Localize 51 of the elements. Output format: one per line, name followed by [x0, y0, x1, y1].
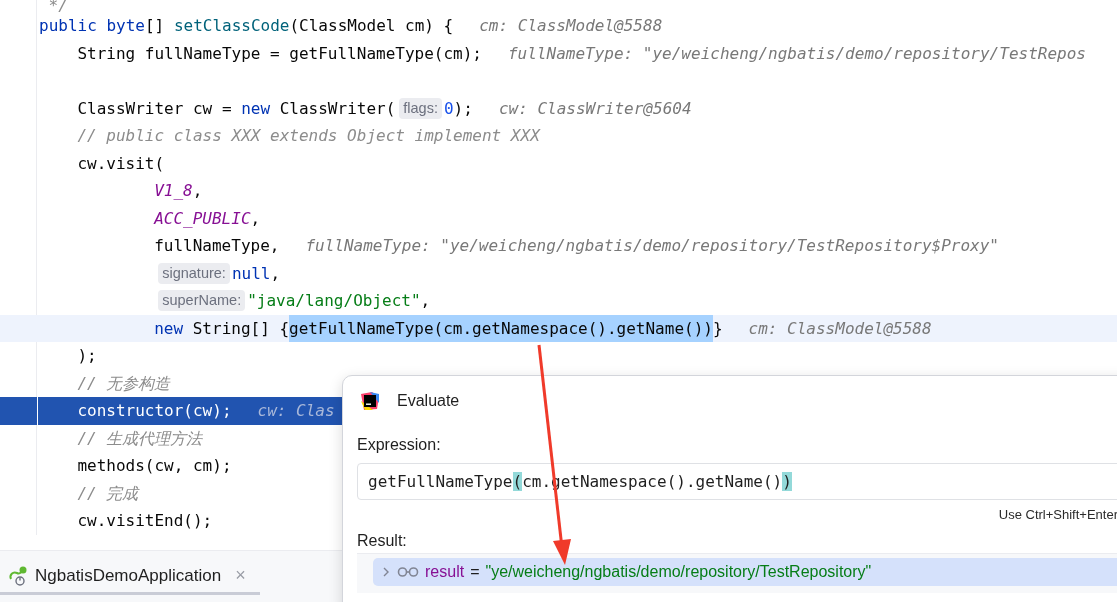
- keyword: null: [231, 262, 271, 285]
- code-comment: // public class XXX extends Object implement XXX: [77, 125, 540, 147]
- constant-name: V1_8: [154, 180, 193, 202]
- parameter-hint: flags:: [399, 97, 442, 119]
- parameter-hint: superName:: [158, 290, 246, 312]
- expand-chevron-icon[interactable]: [381, 566, 391, 578]
- selected-code: getFullNameType(cm.getNamespace().getName()): [289, 314, 713, 342]
- code-text: cw.visitEnd();: [77, 510, 213, 532]
- code-comment: // 生成代理方法: [77, 427, 203, 450]
- keyword: public byte: [39, 15, 145, 37]
- method-name: setClassCode: [173, 15, 290, 37]
- run-tab[interactable]: NgbatisDemoApplication ×: [0, 551, 260, 595]
- debug-value: fullNameType: "ye/weicheng/ngbatis/demo/repository/TestRepository$Proxy": [305, 235, 999, 257]
- code-text: methods(cw, cm);: [77, 455, 232, 477]
- keyword: new: [241, 97, 271, 120]
- code-text: fullNameType,: [154, 235, 280, 257]
- debug-value: cm: ClassModel@5588: [479, 15, 663, 37]
- debug-value: fullNameType: "ye/weicheng/ngbatis/demo/repository/TestRepos: [507, 42, 1086, 65]
- run-config-icon: [7, 564, 29, 587]
- code-text: String[] {: [191, 317, 290, 340]
- code-text: ,: [270, 262, 281, 285]
- dialog-title: Evaluate: [397, 392, 460, 410]
- parameter-hint: signature:: [158, 262, 230, 284]
- result-label: Result:: [357, 532, 408, 550]
- code-comment: // 无参构造: [77, 372, 171, 395]
- code-text: ,: [250, 207, 261, 230]
- debug-value: cm: ClassModel@5588: [748, 317, 932, 340]
- code-text: constructor(cw);: [77, 400, 232, 422]
- code-comment: // 完成: [77, 482, 139, 505]
- app-logo-icon: [360, 391, 380, 411]
- shortcut-hint: Use Ctrl+Shift+Enter: [998, 507, 1117, 522]
- debug-value: cw: ClassWriter@5604: [498, 97, 692, 120]
- code-text: ,: [420, 290, 431, 312]
- code-text: }: [712, 317, 723, 340]
- code-text: ,: [192, 180, 203, 202]
- code-text: );: [453, 97, 473, 120]
- code-text: String fullNameType = getFullNameType(cm);: [77, 42, 482, 65]
- code-text: []: [144, 15, 166, 37]
- constant-name: ACC_PUBLIC: [154, 207, 251, 230]
- code-text: cw.visit(: [77, 152, 165, 175]
- code-text: ClassWriter(: [278, 97, 396, 120]
- number-literal: 0: [443, 97, 454, 120]
- keyword: new: [154, 317, 184, 340]
- result-row[interactable]: result = "ye/weicheng/ngbatis/demo/repository/TestRepository": [373, 558, 1117, 586]
- glasses-icon: [397, 566, 419, 578]
- code-text: ClassWriter cw =: [77, 97, 233, 120]
- code-text: (ClassModel cm) {: [289, 15, 454, 37]
- string-literal: "java/lang/Object": [247, 290, 421, 312]
- code-text: );: [77, 345, 97, 367]
- expression-label: Expression:: [357, 436, 442, 454]
- debug-value: cw: Clas: [257, 400, 335, 422]
